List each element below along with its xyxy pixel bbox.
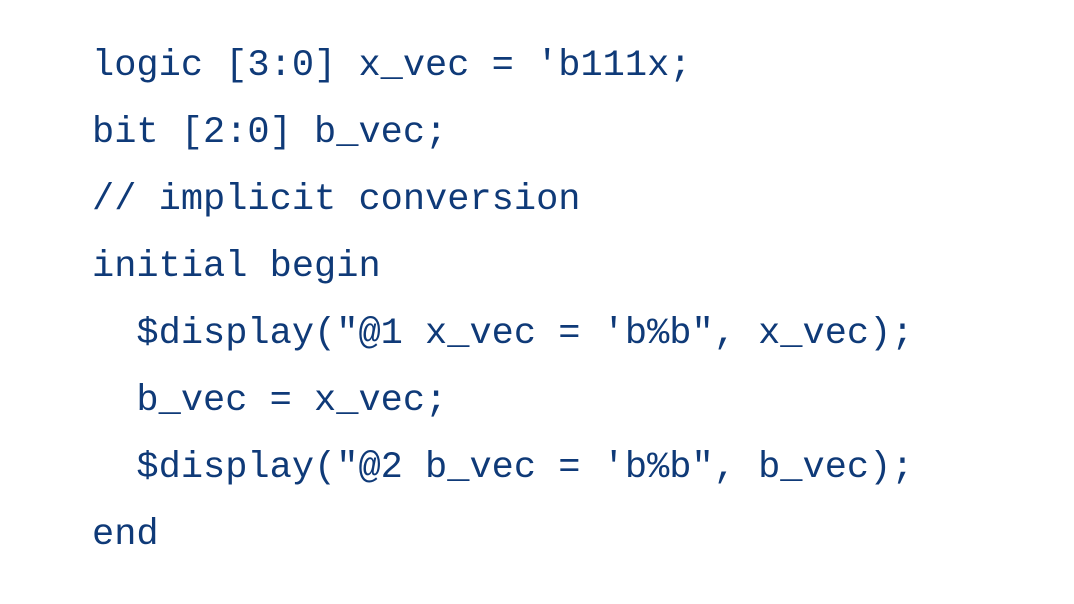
code-line-logic-declaration: logic [3:0] x_vec = 'b111x; (92, 45, 692, 87)
code-line-initial-begin: initial begin (92, 246, 381, 288)
code-line-bit-declaration: bit [2:0] b_vec; (92, 112, 448, 154)
code-line-display-1: $display("@1 x_vec = 'b%b", x_vec); (92, 313, 914, 355)
code-line-comment: // implicit conversion (92, 179, 581, 221)
code-line-display-2: $display("@2 b_vec = 'b%b", b_vec); (92, 447, 914, 489)
code-line-assignment: b_vec = x_vec; (92, 380, 448, 422)
code-block: logic [3:0] x_vec = 'b111x; bit [2:0] b_… (92, 33, 914, 569)
code-line-end: end (92, 514, 159, 556)
